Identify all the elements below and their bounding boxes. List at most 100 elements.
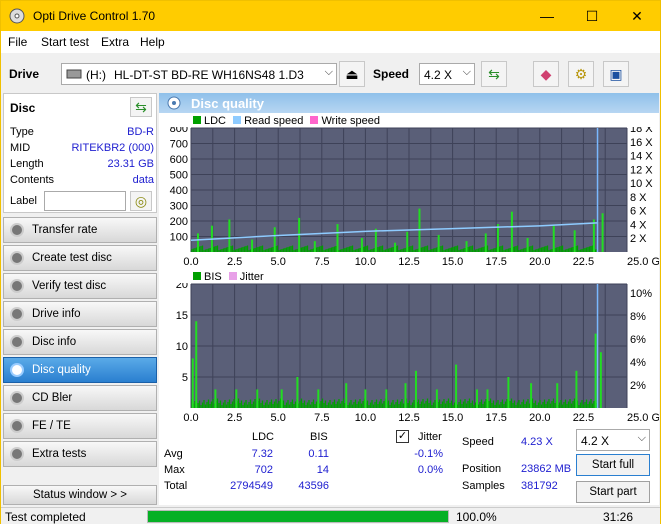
y2-tick-label: 18 X <box>630 127 653 135</box>
disc-icon <box>167 96 181 110</box>
nav-transfer-rate[interactable]: Transfer rate <box>3 217 157 243</box>
menu-bar: File Start test Extra Help <box>1 31 660 53</box>
position-value: 23862 MB <box>521 463 572 475</box>
nav-disc-quality[interactable]: Disc quality <box>3 357 157 383</box>
status-text: Test completed <box>5 510 86 524</box>
x-tick-label: 7.5 <box>314 412 329 424</box>
speed-value: 4.23 X <box>521 436 553 448</box>
bis-max: 14 <box>316 464 329 476</box>
speed-value: 4.2 X <box>424 68 453 82</box>
stat-jitter-header: Jitter <box>418 431 442 443</box>
drive-name: HL-DT-ST BD-RE WH16NS48 1.D3 <box>114 68 304 82</box>
ldc-avg: 7.32 <box>251 448 273 460</box>
disc-refresh-button[interactable]: ⇆ <box>130 97 152 117</box>
y2-tick-label: 2 X <box>630 233 647 245</box>
nav-disc-info[interactable]: Disc info <box>3 329 157 355</box>
label-apply-button[interactable]: ◎ <box>130 191 152 211</box>
stat-total-key: Total <box>164 480 188 492</box>
maximize-button[interactable]: ☐ <box>569 1 615 31</box>
start-full-button[interactable]: Start full <box>576 454 650 476</box>
y2-tick-label: 6 X <box>630 206 647 218</box>
disc-icon <box>10 279 24 293</box>
start-part-button[interactable]: Start part <box>576 481 650 503</box>
status-bar: Test completed 100.0% 31:26 <box>1 507 660 524</box>
legend-ldc: LDC <box>204 115 227 127</box>
x-tick-label: 5.0 <box>271 412 286 424</box>
disc-icon <box>10 391 24 405</box>
disc-icon <box>10 363 24 377</box>
y-tick-label: 600 <box>170 154 188 166</box>
disc-icon: ◎ <box>134 193 148 209</box>
bis-total: 43596 <box>298 480 329 492</box>
refresh-speed-button[interactable]: ⇆ <box>481 61 507 87</box>
bis-chart: 20 15 10 5 10% 8% 6% 4% 2% 0.0 2.5 5.0 7.5 10.0 12.5 15… <box>176 283 659 424</box>
ldc-chart: 800 700 600 500 400 300 200 100 18 X 16 X 14 X12 X… <box>170 127 659 268</box>
app-window: Opti Drive Control 1.70 — ☐ ✕ File Start… <box>0 0 661 524</box>
nav-drive-info[interactable]: Drive info <box>3 301 157 327</box>
disc-icon <box>10 223 24 237</box>
y2-tick-label: 14 X <box>630 151 653 163</box>
window-title: Opti Drive Control 1.70 <box>33 9 156 23</box>
disc-icon <box>10 251 24 265</box>
settings-button[interactable]: ⚙ <box>568 61 594 87</box>
disc-row-contents: Contents data <box>10 174 154 186</box>
jitter-max: 0.0% <box>417 464 443 476</box>
menu-start-test[interactable]: Start test <box>41 35 89 49</box>
disc-row-mid: MID RITEKBR2 (000) <box>10 142 154 154</box>
legend-read: Read speed <box>244 115 304 127</box>
progress-label: 100.0% <box>456 510 497 524</box>
x-tick-label: 22.5 <box>573 412 594 424</box>
drive-label: Drive <box>9 67 40 81</box>
app-disc-icon <box>9 8 25 24</box>
panel-header: Disc quality <box>159 93 659 113</box>
legend-bottom: BIS Jitter <box>193 271 264 283</box>
nav-create-test-disc[interactable]: Create test disc <box>3 245 157 271</box>
disc-icon <box>10 335 24 349</box>
test-speed-select[interactable]: 4.2 X ⌵ <box>576 429 650 451</box>
stat-bis-header: BIS <box>310 431 328 443</box>
stat-avg-key: Avg <box>164 448 183 460</box>
label-key: Label <box>10 195 37 207</box>
y2-tick-label: 4% <box>630 357 646 369</box>
eraser-icon: ◆ <box>540 66 552 82</box>
stat-ldc-header: LDC <box>252 431 275 443</box>
nav-fe-te[interactable]: FE / TE <box>3 413 157 439</box>
y-tick-label: 500 <box>170 170 188 182</box>
disc-icon <box>10 447 24 461</box>
nav-verify-test-disc[interactable]: Verify test disc <box>3 273 157 299</box>
y-tick-label: 700 <box>170 139 188 151</box>
chevron-down-icon: ⌵ <box>324 66 333 78</box>
menu-file[interactable]: File <box>8 35 27 49</box>
save-button[interactable]: ▣ <box>603 61 629 87</box>
stat-max-key: Max <box>164 464 185 476</box>
close-button[interactable]: ✕ <box>614 1 660 31</box>
x-tick-label: 15.0 <box>442 412 463 424</box>
drive-select[interactable]: (H:) HL-DT-ST BD-RE WH16NS48 1.D3 ⌵ <box>61 63 337 85</box>
chevron-down-icon: ⌵ <box>462 66 471 78</box>
position-key: Position <box>462 463 502 475</box>
nav-cd-bler[interactable]: CD Bler <box>3 385 157 411</box>
y2-tick-label: 10 X <box>630 178 653 190</box>
x-tick-label: 5.0 <box>271 256 286 268</box>
speed-select[interactable]: 4.2 X ⌵ <box>419 63 475 85</box>
x-tick-label: 10.0 <box>355 256 376 268</box>
samples-value: 381792 <box>521 480 558 492</box>
status-window-button[interactable]: Status window > > <box>3 485 157 505</box>
nav-extra-tests[interactable]: Extra tests <box>3 441 157 467</box>
eject-icon: ⏏ <box>345 66 359 82</box>
x-tick-label: 25.0 GB <box>627 412 659 424</box>
menu-extra[interactable]: Extra <box>101 35 129 49</box>
x-tick-label: 0.0 <box>183 256 198 268</box>
x-tick-label: 15.0 <box>442 256 463 268</box>
x-tick-label: 2.5 <box>227 412 242 424</box>
y-tick-label: 300 <box>170 201 188 213</box>
title-bar: Opti Drive Control 1.70 — ☐ ✕ <box>1 1 660 31</box>
erase-button[interactable]: ◆ <box>533 61 559 87</box>
minimize-button[interactable]: — <box>524 1 570 31</box>
x-tick-label: 25.0 GB <box>627 256 659 268</box>
menu-help[interactable]: Help <box>140 35 165 49</box>
label-input[interactable] <box>44 191 126 211</box>
jitter-checkbox[interactable]: ✓ <box>396 430 409 443</box>
eject-button[interactable]: ⏏ <box>339 61 365 87</box>
elapsed-time: 31:26 <box>603 510 634 524</box>
